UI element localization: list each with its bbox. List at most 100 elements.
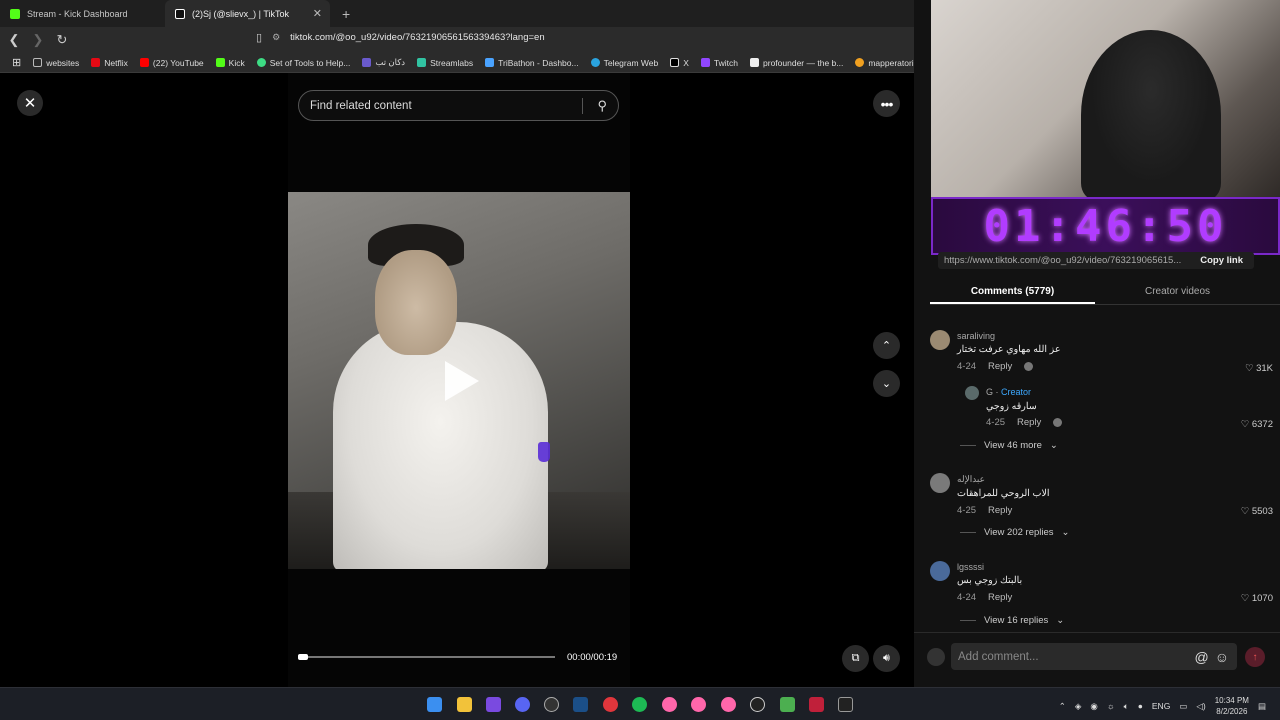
tab-tiktok[interactable]: (2)Sj (@slievx_) | TikTok ✕	[165, 0, 330, 27]
bookmark-tribathon[interactable]: TriBathon - Dashbo...	[479, 58, 584, 68]
search-icon[interactable]: ⚲	[597, 98, 607, 114]
like-count[interactable]: ♡ 5503	[1241, 506, 1273, 517]
discord-icon[interactable]	[515, 697, 530, 712]
play-icon[interactable]	[445, 361, 479, 401]
browser-icon[interactable]	[486, 697, 501, 712]
next-video-icon[interactable]: ⌄	[873, 370, 900, 397]
tab-kick-dashboard[interactable]: Stream - Kick Dashboard	[0, 0, 165, 27]
microphone-icon[interactable]: ●	[1138, 701, 1143, 711]
reply-button[interactable]: Reply	[988, 592, 1012, 603]
notification-icon[interactable]: ▤	[1258, 701, 1266, 712]
bookmark-twitch[interactable]: Twitch	[695, 58, 744, 68]
comment-input[interactable]: Add comment... @ ☺	[951, 643, 1237, 670]
url-field[interactable]: ▯ ⚙ tiktok.com/@oo_u92/video/76321906561…	[256, 31, 545, 44]
like-count[interactable]: ♡ 6372	[1241, 419, 1273, 430]
osu-icon[interactable]	[691, 697, 706, 712]
reply-button[interactable]: Reply	[988, 361, 1012, 372]
comment-meta: 4-25 Reply	[986, 417, 1063, 428]
comment-username[interactable]: lgssssi	[957, 562, 984, 572]
speaker-icon[interactable]: 🔈︎	[1124, 701, 1129, 712]
search-input[interactable]: Find related content ⚲	[298, 90, 619, 121]
heart-icon: ♡	[1244, 363, 1257, 374]
bookmark-tools[interactable]: Set of Tools to Help...	[251, 58, 357, 68]
bookmark-profounder[interactable]: profounder — the b...	[744, 58, 849, 68]
floating-player-icon[interactable]: ⧉	[842, 645, 869, 672]
like-count[interactable]: ♡ 31K	[1245, 363, 1273, 374]
bookmark-telegram[interactable]: Telegram Web	[585, 58, 665, 68]
avatar[interactable]	[930, 330, 950, 350]
tab-comments[interactable]: Comments (5779)	[930, 280, 1095, 304]
mention-icon[interactable]: @	[1194, 649, 1208, 665]
video-frame[interactable]	[288, 192, 630, 569]
windows-start-icon[interactable]	[427, 697, 442, 712]
minecraft-icon[interactable]	[780, 697, 795, 712]
like-count[interactable]: ♡ 1070	[1241, 593, 1273, 604]
view-more-replies[interactable]: View 46 more ⌄	[960, 440, 1058, 451]
bookmark-kick[interactable]: Kick	[210, 58, 251, 68]
volume-icon[interactable]: ◁)	[1196, 701, 1205, 712]
avatar[interactable]	[930, 561, 950, 581]
video-person-body	[333, 322, 548, 569]
progress-bar[interactable]	[298, 654, 555, 660]
view-more-replies[interactable]: View 202 replies ⌄	[960, 527, 1070, 538]
file-explorer-icon[interactable]	[457, 697, 472, 712]
reload-icon[interactable]: ↻	[52, 32, 72, 48]
bookmark-streamlabs[interactable]: Streamlabs	[411, 58, 479, 68]
steam-icon[interactable]	[573, 697, 588, 712]
apps-icon[interactable]: ⊞	[6, 56, 27, 69]
tiktok-icon	[175, 8, 185, 19]
bookmark-youtube[interactable]: (22) YouTube	[134, 58, 210, 68]
video-person-head	[375, 250, 457, 355]
obs-icon[interactable]	[544, 697, 559, 712]
osu-icon[interactable]	[662, 697, 677, 712]
tribathon-icon	[485, 58, 495, 67]
bookmark-netflix[interactable]: Netflix	[85, 58, 134, 68]
terminal-icon[interactable]	[838, 697, 853, 712]
site-info-icon[interactable]: ⚙	[272, 32, 280, 43]
close-icon[interactable]: ✕	[17, 90, 43, 116]
comment-username[interactable]: saraliving	[957, 331, 995, 341]
app-icon[interactable]	[603, 697, 618, 712]
chevron-up-icon[interactable]: ⌃	[1059, 701, 1066, 712]
avatar[interactable]	[930, 473, 950, 493]
reply-button[interactable]: Reply	[1017, 417, 1041, 428]
bookmark-star-icon[interactable]: ▯	[256, 31, 262, 44]
avatar[interactable]	[965, 386, 979, 400]
emoji-icon[interactable]: ☺	[1215, 649, 1229, 665]
reply-username: G ·	[986, 387, 1001, 397]
reply-button[interactable]: Reply	[988, 505, 1012, 516]
comment-username[interactable]: عبدالإله	[957, 474, 985, 485]
comment-date: 4-24	[957, 592, 977, 603]
tab-label: (2)Sj (@slievx_) | TikTok	[192, 8, 289, 19]
brightness-icon[interactable]: ☼	[1107, 701, 1115, 711]
osu-icon[interactable]	[721, 697, 736, 712]
send-comment-button[interactable]: ↑	[1245, 647, 1265, 667]
progress-handle[interactable]	[298, 654, 308, 660]
avatar	[927, 648, 945, 666]
previous-video-icon[interactable]: ⌃	[873, 332, 900, 359]
bookmark-x[interactable]: X	[664, 58, 695, 68]
tray-app-icon[interactable]: ◈	[1075, 701, 1082, 712]
streamer-silhouette	[1081, 30, 1221, 197]
bookmark-label: Netflix	[104, 57, 128, 68]
spotify-icon[interactable]	[632, 697, 647, 712]
network-icon[interactable]: ▭	[1179, 701, 1187, 712]
app-icon[interactable]	[750, 697, 765, 712]
tab-creator-videos[interactable]: Creator videos	[1095, 280, 1260, 304]
comment-username[interactable]: G · Creator	[986, 387, 1031, 397]
language-indicator[interactable]: ENG	[1152, 701, 1170, 711]
close-tab-icon[interactable]: ✕	[313, 7, 322, 20]
more-options-icon[interactable]: •••	[873, 90, 900, 117]
bookmark-websites[interactable]: websites	[27, 58, 85, 68]
tray-app-icon[interactable]: ◉	[1090, 701, 1097, 712]
forward-icon[interactable]: ❯	[28, 32, 48, 48]
app-icon[interactable]	[809, 697, 824, 712]
bookmark-dukkan[interactable]: دكان تب	[356, 57, 411, 68]
back-icon[interactable]: ❮	[4, 32, 24, 48]
tools-icon	[256, 58, 266, 67]
view-more-replies[interactable]: View 16 replies ⌄	[960, 615, 1064, 626]
clock[interactable]: 10:34 PM 8/2/2026	[1215, 695, 1249, 717]
new-tab-button[interactable]: +	[330, 0, 362, 27]
copy-link-button[interactable]: Copy link	[1200, 255, 1243, 266]
volume-icon[interactable]: 🔊︎	[873, 645, 900, 672]
